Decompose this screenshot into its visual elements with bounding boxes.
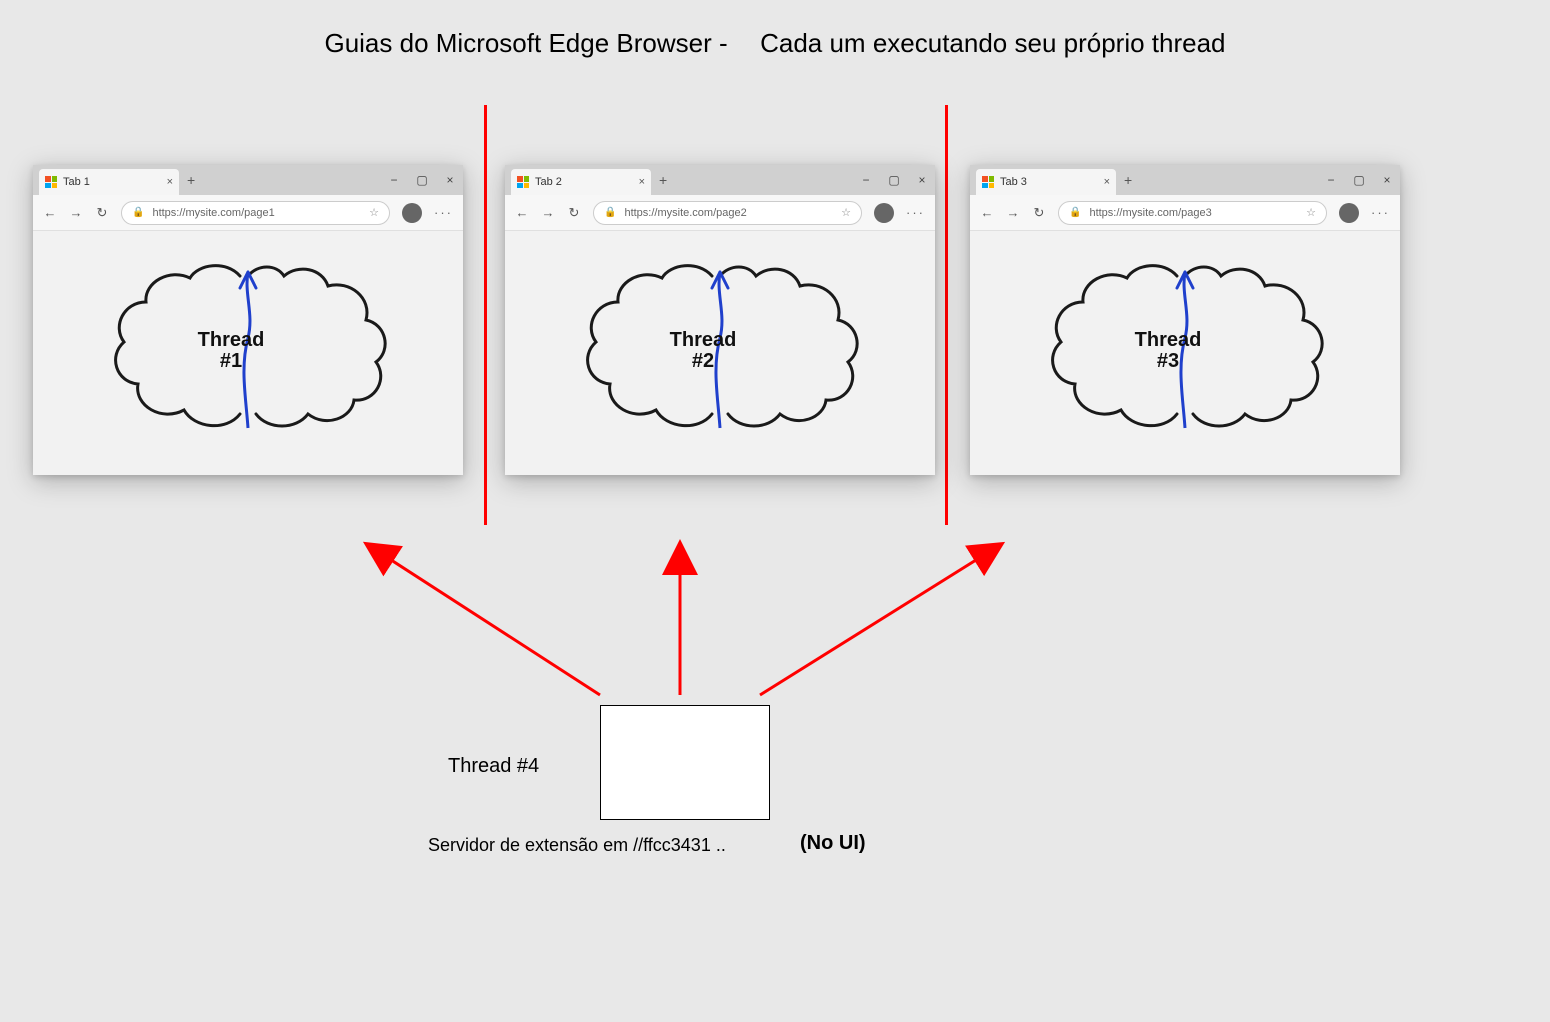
- extension-caption: Servidor de extensão em //ffcc3431 ..: [428, 835, 726, 856]
- thread4-label: Thread #4: [448, 755, 539, 778]
- no-ui-label: (No UI): [800, 832, 866, 855]
- arrow-to-window-3: [0, 0, 1550, 1022]
- extension-server-box: [600, 705, 770, 820]
